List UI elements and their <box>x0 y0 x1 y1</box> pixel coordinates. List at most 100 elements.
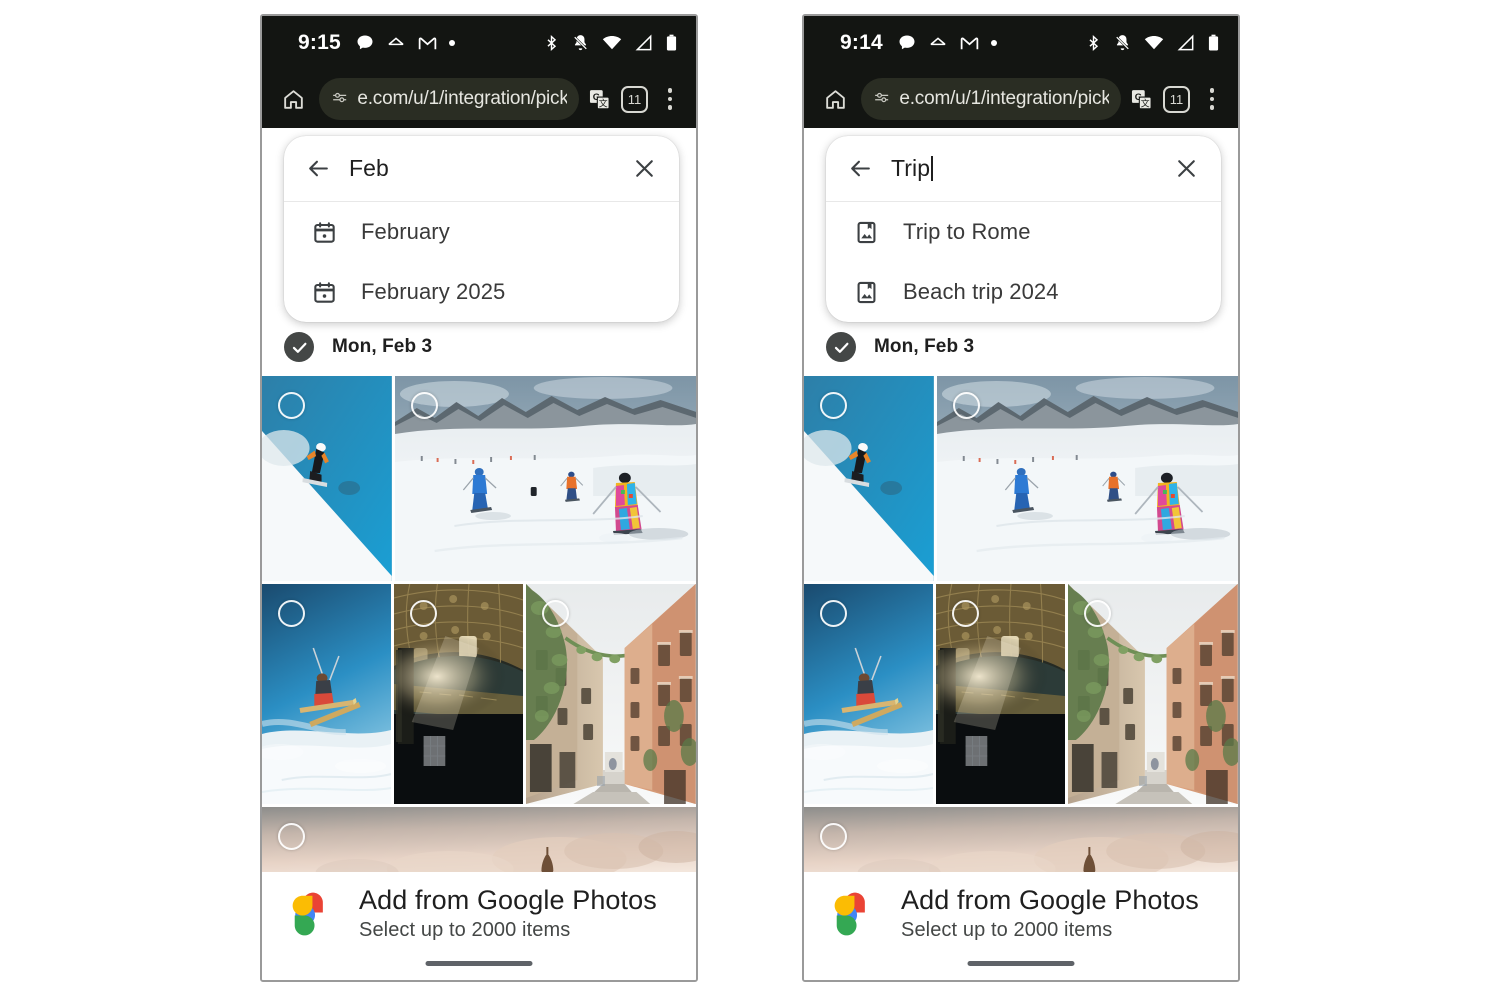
photo-ski-jump[interactable] <box>262 584 392 804</box>
close-icon[interactable] <box>632 156 657 181</box>
photo-grid-row <box>804 807 1238 882</box>
search-card: Feb February February 2025 <box>284 136 679 322</box>
chat-bubble-icon <box>899 35 915 50</box>
suggestion-item-0[interactable]: Trip to Rome <box>826 202 1221 262</box>
url-text: e.com/u/1/integration/picker/s <box>899 88 1110 109</box>
home-indicator[interactable] <box>967 961 1075 966</box>
sheet-subtitle: Select up to 2000 items <box>901 919 1113 942</box>
photo-rome-street[interactable] <box>526 584 696 804</box>
photo-select-circle[interactable] <box>278 823 305 850</box>
google-translate-icon[interactable]: G 文 <box>588 86 612 113</box>
album-photo-icon <box>853 279 879 305</box>
photo-ski-jump[interactable] <box>804 584 934 804</box>
photo-select-circle[interactable] <box>410 600 438 627</box>
photo-skier-slope[interactable] <box>804 376 934 581</box>
home-icon[interactable] <box>818 82 852 116</box>
browser-url-bar: e.com/u/1/integration/picker/s G 文 11 <box>804 70 1238 128</box>
wifi-icon <box>602 36 622 50</box>
search-query-text: Trip <box>891 155 931 181</box>
photo-select-circle[interactable] <box>278 392 305 419</box>
suggestion-label: February <box>361 219 450 244</box>
photo-skier-slope[interactable] <box>262 376 392 581</box>
kebab-menu-icon[interactable] <box>657 84 683 114</box>
suggestion-item-1[interactable]: Beach trip 2024 <box>826 262 1221 322</box>
photo-grid-row <box>262 584 696 804</box>
photo-select-circle[interactable] <box>820 823 847 850</box>
browser-url-bar: e.com/u/1/integration/picker/s G 文 11 <box>262 70 696 128</box>
page-body: Trip Trip to Rome Beach trip 2024 Mon, F… <box>804 128 1238 980</box>
battery-icon <box>1208 34 1219 51</box>
photo-grid-row <box>804 376 1238 581</box>
search-input[interactable]: Feb <box>349 155 614 182</box>
suggestion-label: February 2025 <box>361 279 506 304</box>
suggestion-item-0[interactable]: February <box>284 202 679 262</box>
bluetooth-icon <box>547 35 557 51</box>
back-arrow-icon[interactable] <box>848 156 873 181</box>
dot-icon <box>990 39 998 47</box>
suggestion-label: Beach trip 2024 <box>903 279 1059 304</box>
photo-select-circle[interactable] <box>278 600 305 627</box>
photo-sunset-dome[interactable] <box>804 807 1238 882</box>
suggestion-label: Trip to Rome <box>903 219 1031 244</box>
date-label: Mon, Feb 3 <box>874 336 975 357</box>
google-translate-icon[interactable]: G 文 <box>1130 86 1154 113</box>
svg-text:文: 文 <box>1141 97 1150 108</box>
page-info-icon[interactable] <box>331 89 348 109</box>
tab-count-button[interactable]: 11 <box>1163 85 1190 113</box>
check-circle-filled-icon[interactable] <box>284 332 314 362</box>
sheet-text: Add from Google Photos Select up to 2000… <box>901 885 1199 942</box>
photo-basilica-interior[interactable] <box>936 584 1066 804</box>
nest-home-icon <box>388 37 404 46</box>
phone-left: 9:15 e.com/u/1/integration/pick G 文 11 F… <box>260 14 698 982</box>
status-right-icons <box>1085 33 1220 53</box>
photo-sunset-dome[interactable] <box>262 807 696 882</box>
cell-signal-icon <box>635 34 652 51</box>
dot-icon <box>448 39 456 47</box>
photo-rome-street[interactable] <box>1068 584 1238 804</box>
check-circle-filled-icon[interactable] <box>826 332 856 362</box>
nest-home-icon <box>930 37 946 46</box>
sheet-title: Add from Google Photos <box>901 885 1199 915</box>
date-section-header: Mon, Feb 3 <box>804 318 1238 376</box>
calendar-icon <box>311 279 337 305</box>
screenshot-stage: 9:15 e.com/u/1/integration/pick G 文 11 F… <box>0 0 1500 1000</box>
home-icon[interactable] <box>276 82 310 116</box>
photo-select-circle[interactable] <box>952 392 980 419</box>
kebab-menu-icon[interactable] <box>1199 84 1225 114</box>
gmail-icon <box>960 37 979 49</box>
photo-select-circle[interactable] <box>952 600 980 627</box>
page-body: Feb February February 2025 Mon, Feb 3 Ad… <box>262 128 696 980</box>
status-left-icons <box>897 33 998 54</box>
suggestion-item-1[interactable]: February 2025 <box>284 262 679 322</box>
sheet-subtitle: Select up to 2000 items <box>359 919 571 942</box>
photo-skiers-mountain[interactable] <box>394 376 696 581</box>
google-photos-logo <box>834 892 865 936</box>
omnibox[interactable]: e.com/u/1/integration/picker/s <box>319 78 580 120</box>
battery-icon <box>666 34 677 51</box>
search-row: Feb <box>284 136 679 202</box>
notifications-muted-icon <box>573 35 588 51</box>
photo-select-circle[interactable] <box>820 600 847 627</box>
photo-select-circle[interactable] <box>410 392 438 419</box>
gmail-icon <box>418 37 437 49</box>
photo-grid-row <box>262 807 696 882</box>
date-section-header: Mon, Feb 3 <box>262 318 696 376</box>
back-arrow-icon[interactable] <box>306 156 331 181</box>
omnibox[interactable]: e.com/u/1/integration/picker/s <box>861 78 1122 120</box>
notifications-muted-icon <box>1115 35 1130 51</box>
google-photos-logo <box>292 892 323 936</box>
photo-skiers-mountain[interactable] <box>936 376 1238 581</box>
home-indicator[interactable] <box>425 961 533 966</box>
close-icon[interactable] <box>1174 156 1199 181</box>
sheet-title: Add from Google Photos <box>359 885 657 915</box>
bluetooth-icon <box>1089 35 1099 51</box>
search-query-text: Feb <box>349 155 389 181</box>
cell-signal-icon <box>1177 34 1194 51</box>
photo-select-circle[interactable] <box>820 392 847 419</box>
search-input[interactable]: Trip <box>891 155 1156 182</box>
page-info-icon[interactable] <box>873 89 890 109</box>
photo-basilica-interior[interactable] <box>394 584 524 804</box>
photo-grid-row <box>804 584 1238 804</box>
tab-count-button[interactable]: 11 <box>621 85 648 113</box>
search-row: Trip <box>826 136 1221 202</box>
